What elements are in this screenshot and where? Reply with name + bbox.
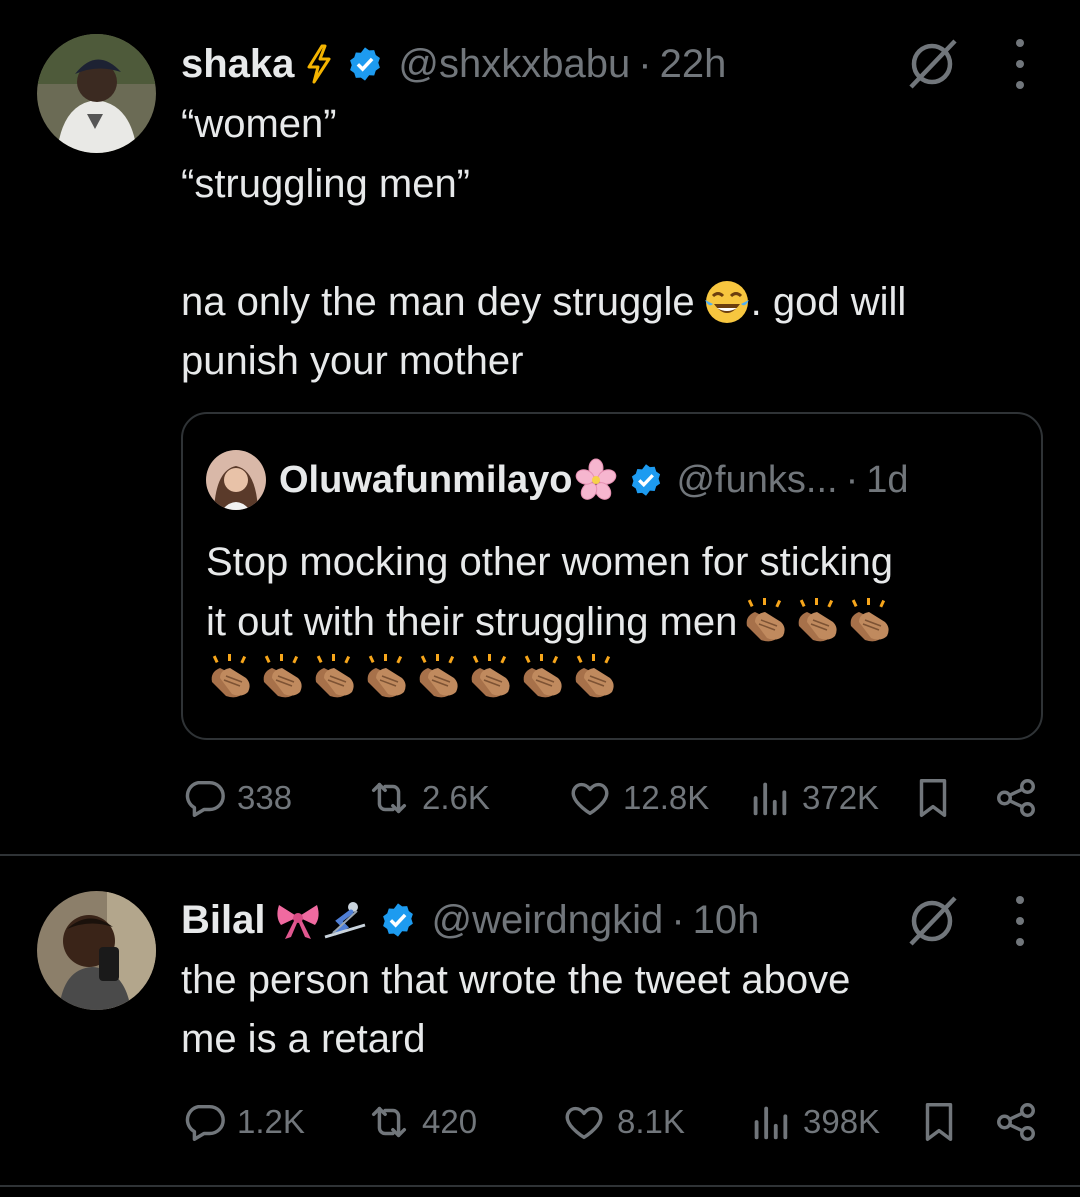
quote-avatar[interactable] — [206, 450, 266, 510]
reply-icon — [185, 780, 225, 817]
author-name[interactable]: shaka — [181, 42, 294, 87]
quote-text-segment: it out with their struggling men — [206, 600, 738, 644]
clapping-hands-icon — [523, 654, 562, 698]
quote-timestamp[interactable]: 1d — [866, 459, 908, 502]
clapping-hands-icon — [367, 654, 406, 698]
tweet-text-line: me is a retard — [181, 1017, 426, 1061]
analytics-icon — [753, 782, 787, 816]
like-count: 12.8K — [623, 779, 710, 816]
verified-badge-icon[interactable] — [379, 901, 417, 939]
author-handle[interactable]: @shxkxbabu — [398, 42, 630, 87]
quote-author-handle[interactable]: @funks... — [676, 459, 837, 502]
reply-button[interactable]: 1.2K — [181, 1094, 305, 1150]
tweet-text-segment: na only the man dey struggle — [181, 280, 695, 324]
repost-button[interactable]: 2.6K — [366, 770, 490, 826]
tweet[interactable]: Bilal @weirdngkid · 10h the person that … — [0, 856, 1080, 1186]
like-count: 8.1K — [617, 1103, 685, 1140]
repost-icon — [371, 1106, 407, 1138]
action-bar: 338 2.6K 12.8K 372K — [181, 770, 1041, 826]
clapping-hands-icon — [315, 654, 354, 698]
quote-author-name[interactable]: Oluwafunmilayo — [279, 459, 572, 502]
clapping-hands-icon — [419, 654, 458, 698]
action-bar: 1.2K 420 8.1K 398K — [181, 1094, 1041, 1150]
tweet-text-line: “struggling men” — [181, 162, 471, 206]
reply-button[interactable]: 338 — [181, 770, 292, 826]
clapping-hands-icon — [747, 598, 785, 642]
clapping-hands-icon — [211, 654, 250, 698]
timestamp[interactable]: 22h — [660, 42, 727, 87]
bookmark-icon — [925, 1103, 953, 1141]
clapping-hands-emoji-group — [741, 598, 893, 646]
more-options-icon[interactable] — [1006, 39, 1034, 89]
quote-text-line: Stop mocking other women for sticking — [206, 540, 893, 584]
separator-dot: · — [638, 41, 652, 86]
clapping-hands-icon — [851, 598, 889, 642]
tweet-text-line: punish your mother — [181, 339, 524, 383]
share-icon — [997, 779, 1035, 817]
grok-icon[interactable] — [903, 892, 961, 950]
timestamp[interactable]: 10h — [693, 898, 760, 943]
repost-icon — [371, 782, 407, 814]
share-button[interactable] — [993, 770, 1039, 826]
bookmark-button[interactable] — [916, 1094, 962, 1150]
tweet-text-line: the person that wrote the tweet above — [181, 958, 851, 1002]
tweet-header: shaka @shxkxbabu · 22h — [181, 36, 726, 92]
views-button[interactable]: 398K — [747, 1094, 880, 1150]
repost-count: 420 — [422, 1103, 478, 1140]
lightning-icon — [304, 44, 334, 84]
skier-icon — [323, 899, 367, 941]
reply-count: 1.2K — [237, 1103, 305, 1140]
analytics-icon — [754, 1106, 788, 1140]
laughing-tears-emoji-icon — [703, 278, 751, 326]
clapping-hands-icon — [263, 654, 302, 698]
repost-count: 2.6K — [422, 779, 490, 816]
tweet-header: Bilal @weirdngkid · 10h — [181, 892, 759, 948]
separator-dot: · — [671, 897, 685, 942]
tweet-divider — [0, 1185, 1080, 1187]
bookmark-icon — [919, 779, 947, 817]
grok-icon[interactable] — [903, 35, 961, 93]
author-name[interactable]: Bilal — [181, 898, 265, 943]
view-count: 398K — [803, 1103, 881, 1140]
author-handle[interactable]: @weirdngkid — [431, 898, 663, 943]
share-button[interactable] — [993, 1094, 1039, 1150]
tweet-text-line: “women” — [181, 102, 337, 146]
ribbon-icon — [275, 899, 321, 941]
quote-text-line: it out with their struggling men — [206, 594, 893, 650]
bookmark-button[interactable] — [910, 770, 956, 826]
reply-icon — [185, 1104, 225, 1141]
tweet-text-line: na only the man dey struggle . god will — [181, 274, 906, 330]
separator-dot: · — [845, 458, 859, 501]
clapping-hands-emoji-group — [206, 654, 618, 702]
clapping-hands-icon — [471, 654, 510, 698]
clapping-hands-icon — [575, 654, 614, 698]
heart-icon — [565, 1106, 603, 1140]
quote-header: Oluwafunmilayo @funks... · 1d — [279, 452, 909, 508]
views-button[interactable]: 372K — [746, 770, 879, 826]
like-button[interactable]: 8.1K — [561, 1094, 685, 1150]
tweet-text-segment: . god will — [750, 280, 907, 324]
heart-icon — [571, 782, 609, 816]
avatar[interactable] — [37, 891, 156, 1010]
tweet[interactable]: shaka @shxkxbabu · 22h “women” “struggli… — [0, 0, 1080, 855]
verified-badge-icon[interactable] — [346, 45, 384, 83]
clapping-hands-icon — [799, 598, 837, 642]
avatar[interactable] — [37, 34, 156, 153]
verified-badge-icon[interactable] — [628, 462, 664, 498]
reply-count: 338 — [237, 779, 293, 816]
more-options-icon[interactable] — [1006, 896, 1034, 946]
repost-button[interactable]: 420 — [366, 1094, 477, 1150]
view-count: 372K — [802, 779, 880, 816]
share-icon — [997, 1103, 1035, 1141]
quoted-tweet[interactable]: Oluwafunmilayo @funks... · 1d Stop mocki… — [181, 412, 1043, 740]
like-button[interactable]: 12.8K — [567, 770, 709, 826]
cherry-blossom-icon — [574, 458, 618, 502]
